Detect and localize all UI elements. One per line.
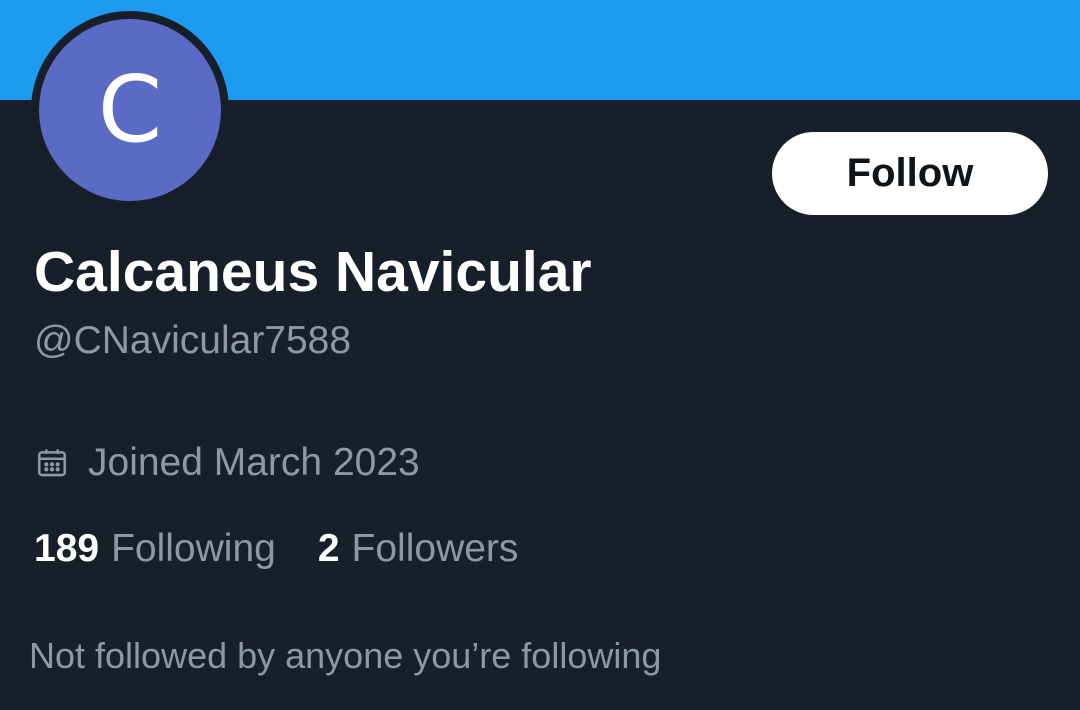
- followers-label: Followers: [351, 527, 519, 570]
- calendar-icon: [34, 445, 70, 481]
- social-context-text: Not followed by anyone you’re following: [29, 635, 662, 676]
- joined-text: Joined March 2023: [88, 441, 420, 484]
- joined-date: Joined March 2023: [34, 440, 420, 487]
- user-handle: @CNavicular7588: [34, 319, 352, 362]
- followers-link[interactable]: 2 Followers: [318, 526, 519, 573]
- follow-button[interactable]: Follow: [772, 132, 1048, 215]
- following-count: 189: [34, 527, 100, 570]
- display-name: Calcaneus Navicular: [34, 240, 592, 304]
- followers-count: 2: [317, 527, 340, 570]
- following-label: Following: [111, 527, 276, 570]
- profile-page: C Follow Calcaneus Navicular @CNavicular…: [0, 0, 1080, 710]
- following-link[interactable]: 189 Following: [34, 526, 276, 573]
- follow-stats: 189 Following 2 Followers: [34, 526, 518, 573]
- avatar-initial: C: [97, 56, 163, 163]
- avatar[interactable]: C: [39, 19, 221, 201]
